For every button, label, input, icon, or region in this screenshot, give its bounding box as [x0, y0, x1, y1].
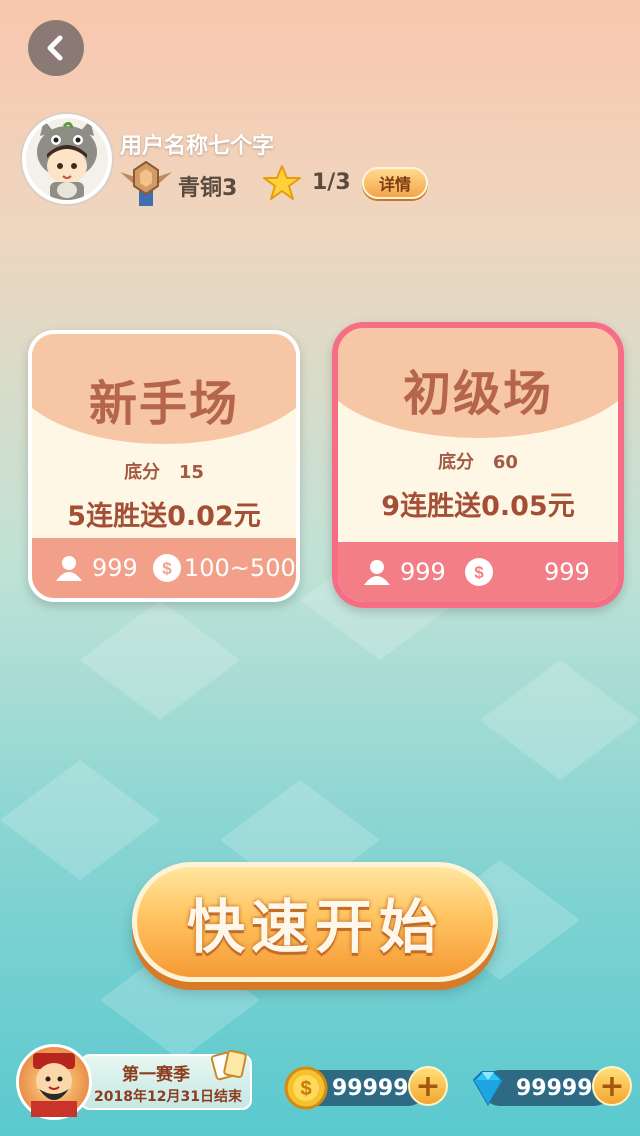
quick-start-button[interactable]: 快速开始 [132, 862, 498, 982]
back-arrow-icon [47, 35, 63, 61]
player-avatar[interactable] [22, 114, 112, 204]
base-score-value: 60 [492, 452, 518, 473]
add-diamond-button[interactable]: + [592, 1066, 632, 1106]
room-base-score: 底分 60 [338, 448, 618, 474]
playing-cards-icon [210, 1049, 247, 1081]
base-score-label: 底分 [124, 462, 161, 483]
add-gold-button[interactable]: + [408, 1066, 448, 1106]
plus-icon: + [599, 1068, 625, 1104]
quick-start-label: 快速开始 [186, 893, 443, 961]
room-base-score: 底分 15 [32, 458, 296, 484]
coin-range: 999 [544, 558, 590, 586]
gold-amount: 99999 [332, 1076, 409, 1101]
plus-icon: + [415, 1068, 441, 1104]
room-reward: 5连胜送0.02元 [67, 501, 261, 532]
room-card-junior[interactable]: 初级场 底分 60 9连胜送0.05元 999 $ 999 [332, 322, 624, 608]
coin-icon: $ [153, 554, 181, 582]
svg-text:$: $ [474, 563, 484, 582]
room-title: 初级场 [402, 366, 553, 422]
base-score-label: 底分 [438, 452, 475, 473]
player-icon [56, 556, 82, 581]
background-pattern [0, 540, 640, 1060]
svg-text:$: $ [300, 1078, 311, 1100]
username: 用户名称七个字 [120, 134, 275, 159]
svg-text:$: $ [162, 559, 172, 578]
player-icon [364, 560, 390, 585]
coin-range: 100~500 [184, 554, 296, 582]
avatar-image [26, 118, 108, 200]
player-count: 999 [400, 558, 446, 586]
base-score-value: 15 [178, 462, 204, 483]
fortune-god-icon [31, 1053, 77, 1117]
season-title: 第一赛季 [122, 1065, 190, 1085]
star-icon [263, 165, 301, 200]
coin-icon: $ [284, 1066, 328, 1110]
star-progress: 1/3 [312, 170, 351, 195]
player-count: 999 [92, 554, 138, 582]
season-mascot-avatar[interactable] [16, 1044, 92, 1120]
diamond-amount: 99999 [516, 1076, 593, 1101]
back-button[interactable] [28, 20, 84, 76]
room-reward: 9连胜送0.05元 [381, 491, 575, 522]
diamond-icon [472, 1071, 504, 1106]
rank-name: 青铜3 [178, 176, 238, 201]
room-card-novice[interactable]: 新手场 底分 15 5连胜送0.02元 999 $ 100~500 [28, 330, 300, 602]
room-footer: 999 $ 999 [338, 542, 618, 602]
room-title: 新手场 [88, 376, 239, 432]
season-end-date: 2018年12月31日结束 [94, 1089, 242, 1105]
coin-icon: $ [465, 558, 493, 586]
room-footer: 999 $ 100~500 [32, 538, 296, 598]
details-button[interactable]: 详情 [362, 167, 428, 199]
bronze-rank-badge-icon [120, 160, 172, 206]
